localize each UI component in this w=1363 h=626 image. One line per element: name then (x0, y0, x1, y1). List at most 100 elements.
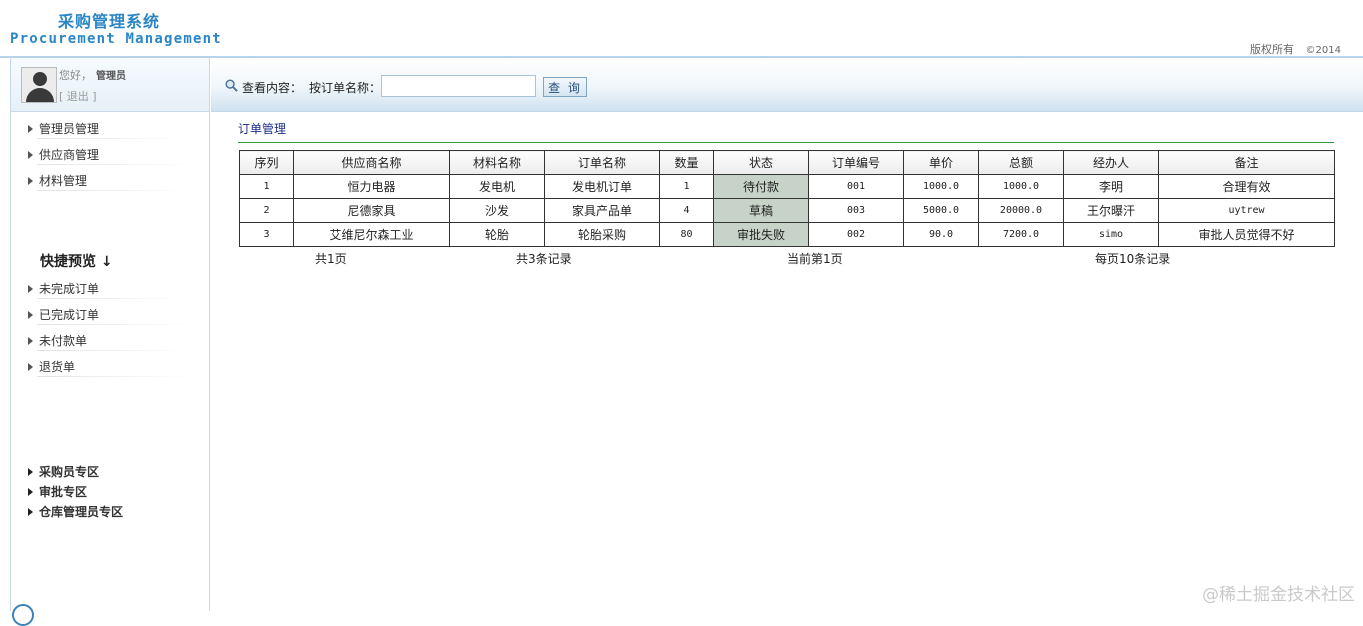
cell-handler: 李明 (1064, 175, 1159, 199)
cell-material: 沙发 (450, 199, 545, 223)
caret-right-icon (28, 468, 33, 476)
cell-status: 审批失败 (714, 223, 809, 247)
cell-unit-price: 5000.0 (904, 199, 979, 223)
column-header: 总额 (979, 151, 1064, 175)
cell-index: 2 (240, 199, 294, 223)
cell-remark: uytrew (1159, 199, 1335, 223)
sidebar: 您好， 管理员 [ 退出 ] 管理员管理 供应商管理 材料管理 快捷预览 ↓ 未完… (10, 58, 210, 611)
column-header: 材料名称 (450, 151, 545, 175)
app-title-cn: 采购管理系统 (58, 8, 160, 32)
copyright: 版权所有 ©2014 (1250, 41, 1341, 57)
order-name-input[interactable] (381, 75, 536, 97)
column-header: 单价 (904, 151, 979, 175)
pager-total-pages: 共1页 (315, 250, 347, 267)
cell-order-no: 001 (809, 175, 904, 199)
zone-nav: 采购员专区 审批专区 仓库管理员专区 (11, 462, 209, 522)
user-name: 管理员 (96, 71, 126, 82)
column-header: 订单编号 (809, 151, 904, 175)
sidebar-item-supplier-management[interactable]: 供应商管理 (11, 142, 209, 168)
quick-preview-label: 快捷预览 (40, 254, 96, 270)
cell-order-no: 002 (809, 223, 904, 247)
sidebar-item-label: 材料管理 (39, 174, 87, 188)
cell-supplier: 尼德家具 (294, 199, 450, 223)
caret-right-icon (28, 177, 33, 185)
sidebar-item-label: 退货单 (39, 360, 75, 374)
table-row[interactable]: 2 尼德家具 沙发 家具产品单 4 草稿 003 5000.0 20000.0 … (240, 199, 1335, 223)
search-bar: 查看内容： 按订单名称： 查 询 (211, 58, 1363, 112)
sidebar-item-label: 已完成订单 (39, 308, 99, 322)
arrow-down-icon: ↓ (101, 254, 113, 270)
cell-total: 1000.0 (979, 175, 1064, 199)
sidebar-item-admin-management[interactable]: 管理员管理 (11, 116, 209, 142)
cell-order-name: 家具产品单 (545, 199, 660, 223)
column-header: 供应商名称 (294, 151, 450, 175)
cell-handler: simo (1064, 223, 1159, 247)
copyright-text: 版权所有 (1250, 43, 1294, 56)
sidebar-item-warehouse-zone[interactable]: 仓库管理员专区 (11, 502, 209, 522)
column-header: 备注 (1159, 151, 1335, 175)
cell-total: 7200.0 (979, 223, 1064, 247)
sidebar-item-completed-orders[interactable]: 已完成订单 (11, 302, 209, 328)
cell-quantity: 1 (660, 175, 714, 199)
user-greeting: 您好， 管理员 (59, 67, 126, 83)
cell-order-name: 轮胎采购 (545, 223, 660, 247)
sidebar-item-label: 未完成订单 (39, 282, 99, 296)
caret-right-icon (28, 508, 33, 516)
app-title-en: Procurement Management (10, 31, 222, 47)
pager-total-records: 共3条记录 (516, 250, 572, 267)
avatar (21, 67, 57, 103)
sidebar-item-incomplete-orders[interactable]: 未完成订单 (11, 276, 209, 302)
pager-per-page: 每页10条记录 (1095, 250, 1170, 267)
pager-current-page: 当前第1页 (787, 250, 843, 267)
sidebar-item-label: 未付款单 (39, 334, 87, 348)
cell-order-no: 003 (809, 199, 904, 223)
query-button[interactable]: 查 询 (543, 77, 587, 97)
quick-preview-title: 快捷预览 ↓ (11, 250, 209, 274)
help-icon (12, 604, 34, 626)
cell-material: 发电机 (450, 175, 545, 199)
sidebar-item-approval-zone[interactable]: 审批专区 (11, 482, 209, 502)
cell-order-name: 发电机订单 (545, 175, 660, 199)
cell-remark: 合理有效 (1159, 175, 1335, 199)
table-row[interactable]: 3 艾维尼尔森工业 轮胎 轮胎采购 80 审批失败 002 90.0 7200.… (240, 223, 1335, 247)
cell-remark: 审批人员觉得不好 (1159, 223, 1335, 247)
caret-right-icon (28, 125, 33, 133)
sidebar-item-return-orders[interactable]: 退货单 (11, 354, 209, 380)
logout-link[interactable]: [ 退出 ] (59, 88, 97, 104)
magnifier-icon (225, 79, 238, 92)
copyright-year: ©2014 (1306, 45, 1341, 56)
cell-quantity: 80 (660, 223, 714, 247)
cell-total: 20000.0 (979, 199, 1064, 223)
sidebar-item-material-management[interactable]: 材料管理 (11, 168, 209, 194)
column-header: 数量 (660, 151, 714, 175)
table-header-row: 序列 供应商名称 材料名称 订单名称 数量 状态 订单编号 单价 总额 经办人 … (240, 151, 1335, 175)
orders-table: 序列 供应商名称 材料名称 订单名称 数量 状态 订单编号 单价 总额 经办人 … (239, 150, 1335, 247)
sidebar-item-unpaid-orders[interactable]: 未付款单 (11, 328, 209, 354)
sidebar-item-buyer-zone[interactable]: 采购员专区 (11, 462, 209, 482)
caret-right-icon (28, 363, 33, 371)
cell-unit-price: 1000.0 (904, 175, 979, 199)
caret-right-icon (28, 337, 33, 345)
cell-status: 草稿 (714, 199, 809, 223)
title-divider (238, 142, 1334, 143)
cell-supplier: 恒力电器 (294, 175, 450, 199)
greeting-text: 您好， (59, 69, 92, 82)
sidebar-item-label: 采购员专区 (39, 465, 99, 479)
column-header: 状态 (714, 151, 809, 175)
main-nav: 管理员管理 供应商管理 材料管理 (11, 116, 209, 194)
cell-material: 轮胎 (450, 223, 545, 247)
table-row[interactable]: 1 恒力电器 发电机 发电机订单 1 待付款 001 1000.0 1000.0… (240, 175, 1335, 199)
caret-right-icon (28, 151, 33, 159)
caret-right-icon (28, 311, 33, 319)
sidebar-item-label: 仓库管理员专区 (39, 505, 123, 519)
view-content-label: 查看内容： (242, 79, 302, 96)
cell-status: 待付款 (714, 175, 809, 199)
watermark: @稀土掘金技术社区 (1202, 580, 1355, 605)
cell-supplier: 艾维尼尔森工业 (294, 223, 450, 247)
caret-right-icon (28, 488, 33, 496)
page-title: 订单管理 (238, 120, 286, 137)
column-header: 订单名称 (545, 151, 660, 175)
cell-unit-price: 90.0 (904, 223, 979, 247)
cell-handler: 王尔曝汗 (1064, 199, 1159, 223)
caret-right-icon (28, 285, 33, 293)
